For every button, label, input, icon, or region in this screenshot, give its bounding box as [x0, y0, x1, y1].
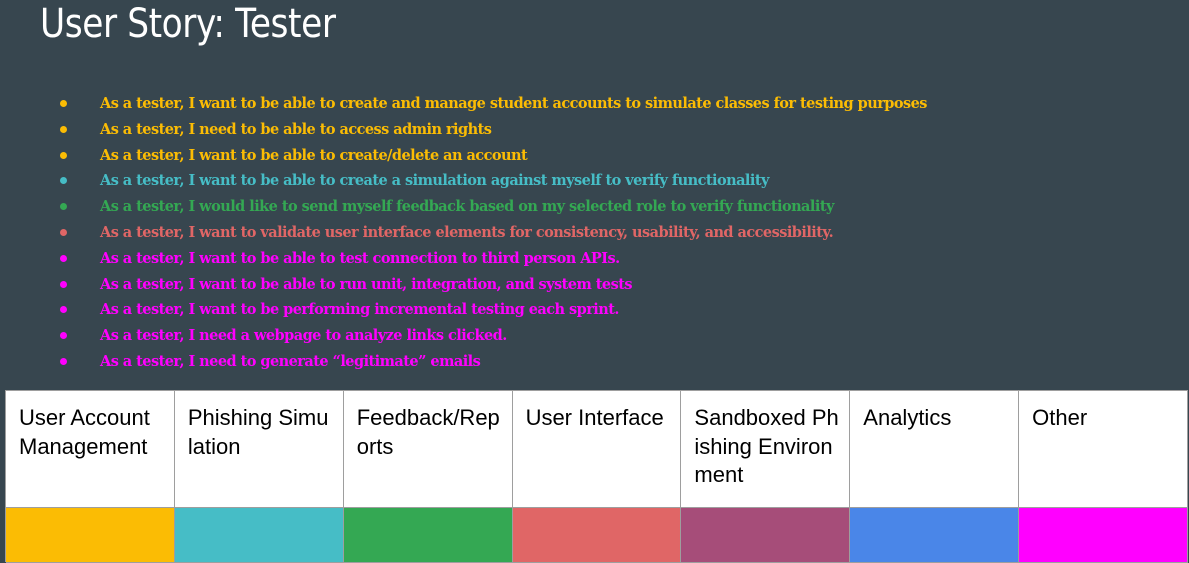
- user-story-text: As a tester, I want to be performing inc…: [100, 301, 619, 319]
- bullet-icon: [60, 280, 67, 288]
- user-story-item: As a tester, I want to be able to run un…: [0, 272, 1189, 298]
- category-color-swatch: [512, 508, 682, 563]
- user-story-text: As a tester, I need to generate “legitim…: [100, 352, 481, 370]
- user-story-item: As a tester, I want to be able to create…: [0, 168, 1189, 194]
- bullet-icon: [60, 125, 67, 133]
- category-label: Sandboxed Phishing Environment: [681, 391, 851, 508]
- category-label: Analytics: [850, 391, 1020, 508]
- user-story-text: As a tester, I need to be able to access…: [100, 120, 492, 138]
- user-story-item: As a tester, I want to be performing inc…: [0, 297, 1189, 323]
- user-story-text: As a tester, I want to be able to create…: [100, 146, 528, 164]
- page-title: User Story: Tester: [40, 1, 336, 47]
- user-story-text: As a tester, I would like to send myself…: [100, 198, 834, 216]
- bullet-icon: [60, 100, 67, 107]
- category-color-swatch: [6, 508, 175, 563]
- category-color-swatch: [681, 508, 851, 563]
- user-story-text: As a tester, I want to be able to run un…: [100, 275, 633, 293]
- category-label: User Account Management: [6, 391, 175, 508]
- category-label: Feedback/Reports: [343, 391, 513, 508]
- user-story-item: As a tester, I want to be able to create…: [0, 91, 1189, 117]
- user-story-text: As a tester, I want to validate user int…: [100, 223, 834, 241]
- user-story-item: As a tester, I need to be able to access…: [0, 117, 1189, 143]
- bullet-icon: [60, 357, 67, 365]
- category-label: User Interface: [512, 391, 682, 508]
- bullet-icon: [60, 228, 67, 236]
- bullet-icon: [60, 151, 67, 159]
- user-story-item: As a tester, I want to validate user int…: [0, 220, 1189, 246]
- user-story-item: As a tester, I would like to send myself…: [0, 194, 1189, 220]
- user-story-item: As a tester, I want to be able to create…: [0, 143, 1189, 169]
- category-color-swatch: [850, 508, 1020, 563]
- bullet-icon: [60, 177, 67, 185]
- category-label: Phishing Simulation: [174, 391, 344, 508]
- category-legend-table: User Account Management Phishing Simulati…: [5, 390, 1188, 563]
- user-story-item: As a tester, I need to generate “legitim…: [0, 349, 1189, 375]
- bullet-icon: [60, 203, 67, 211]
- category-color-swatch: [343, 508, 513, 563]
- category-color-swatch: [174, 508, 344, 563]
- category-color-swatch: [1019, 508, 1188, 563]
- user-story-list: As a tester, I want to be able to create…: [0, 91, 1189, 375]
- user-story-item: As a tester, I need a webpage to analyze…: [0, 323, 1189, 349]
- user-story-item: As a tester, I want to be able to test c…: [0, 246, 1189, 272]
- bullet-icon: [60, 332, 67, 340]
- bullet-icon: [60, 254, 67, 262]
- user-story-text: As a tester, I want to be able to test c…: [100, 249, 620, 267]
- bullet-icon: [60, 306, 67, 314]
- user-story-text: As a tester, I want to be able to create…: [100, 172, 769, 190]
- category-label: Other: [1019, 391, 1188, 508]
- user-story-text: As a tester, I need a webpage to analyze…: [100, 327, 507, 345]
- user-story-text: As a tester, I want to be able to create…: [100, 95, 927, 112]
